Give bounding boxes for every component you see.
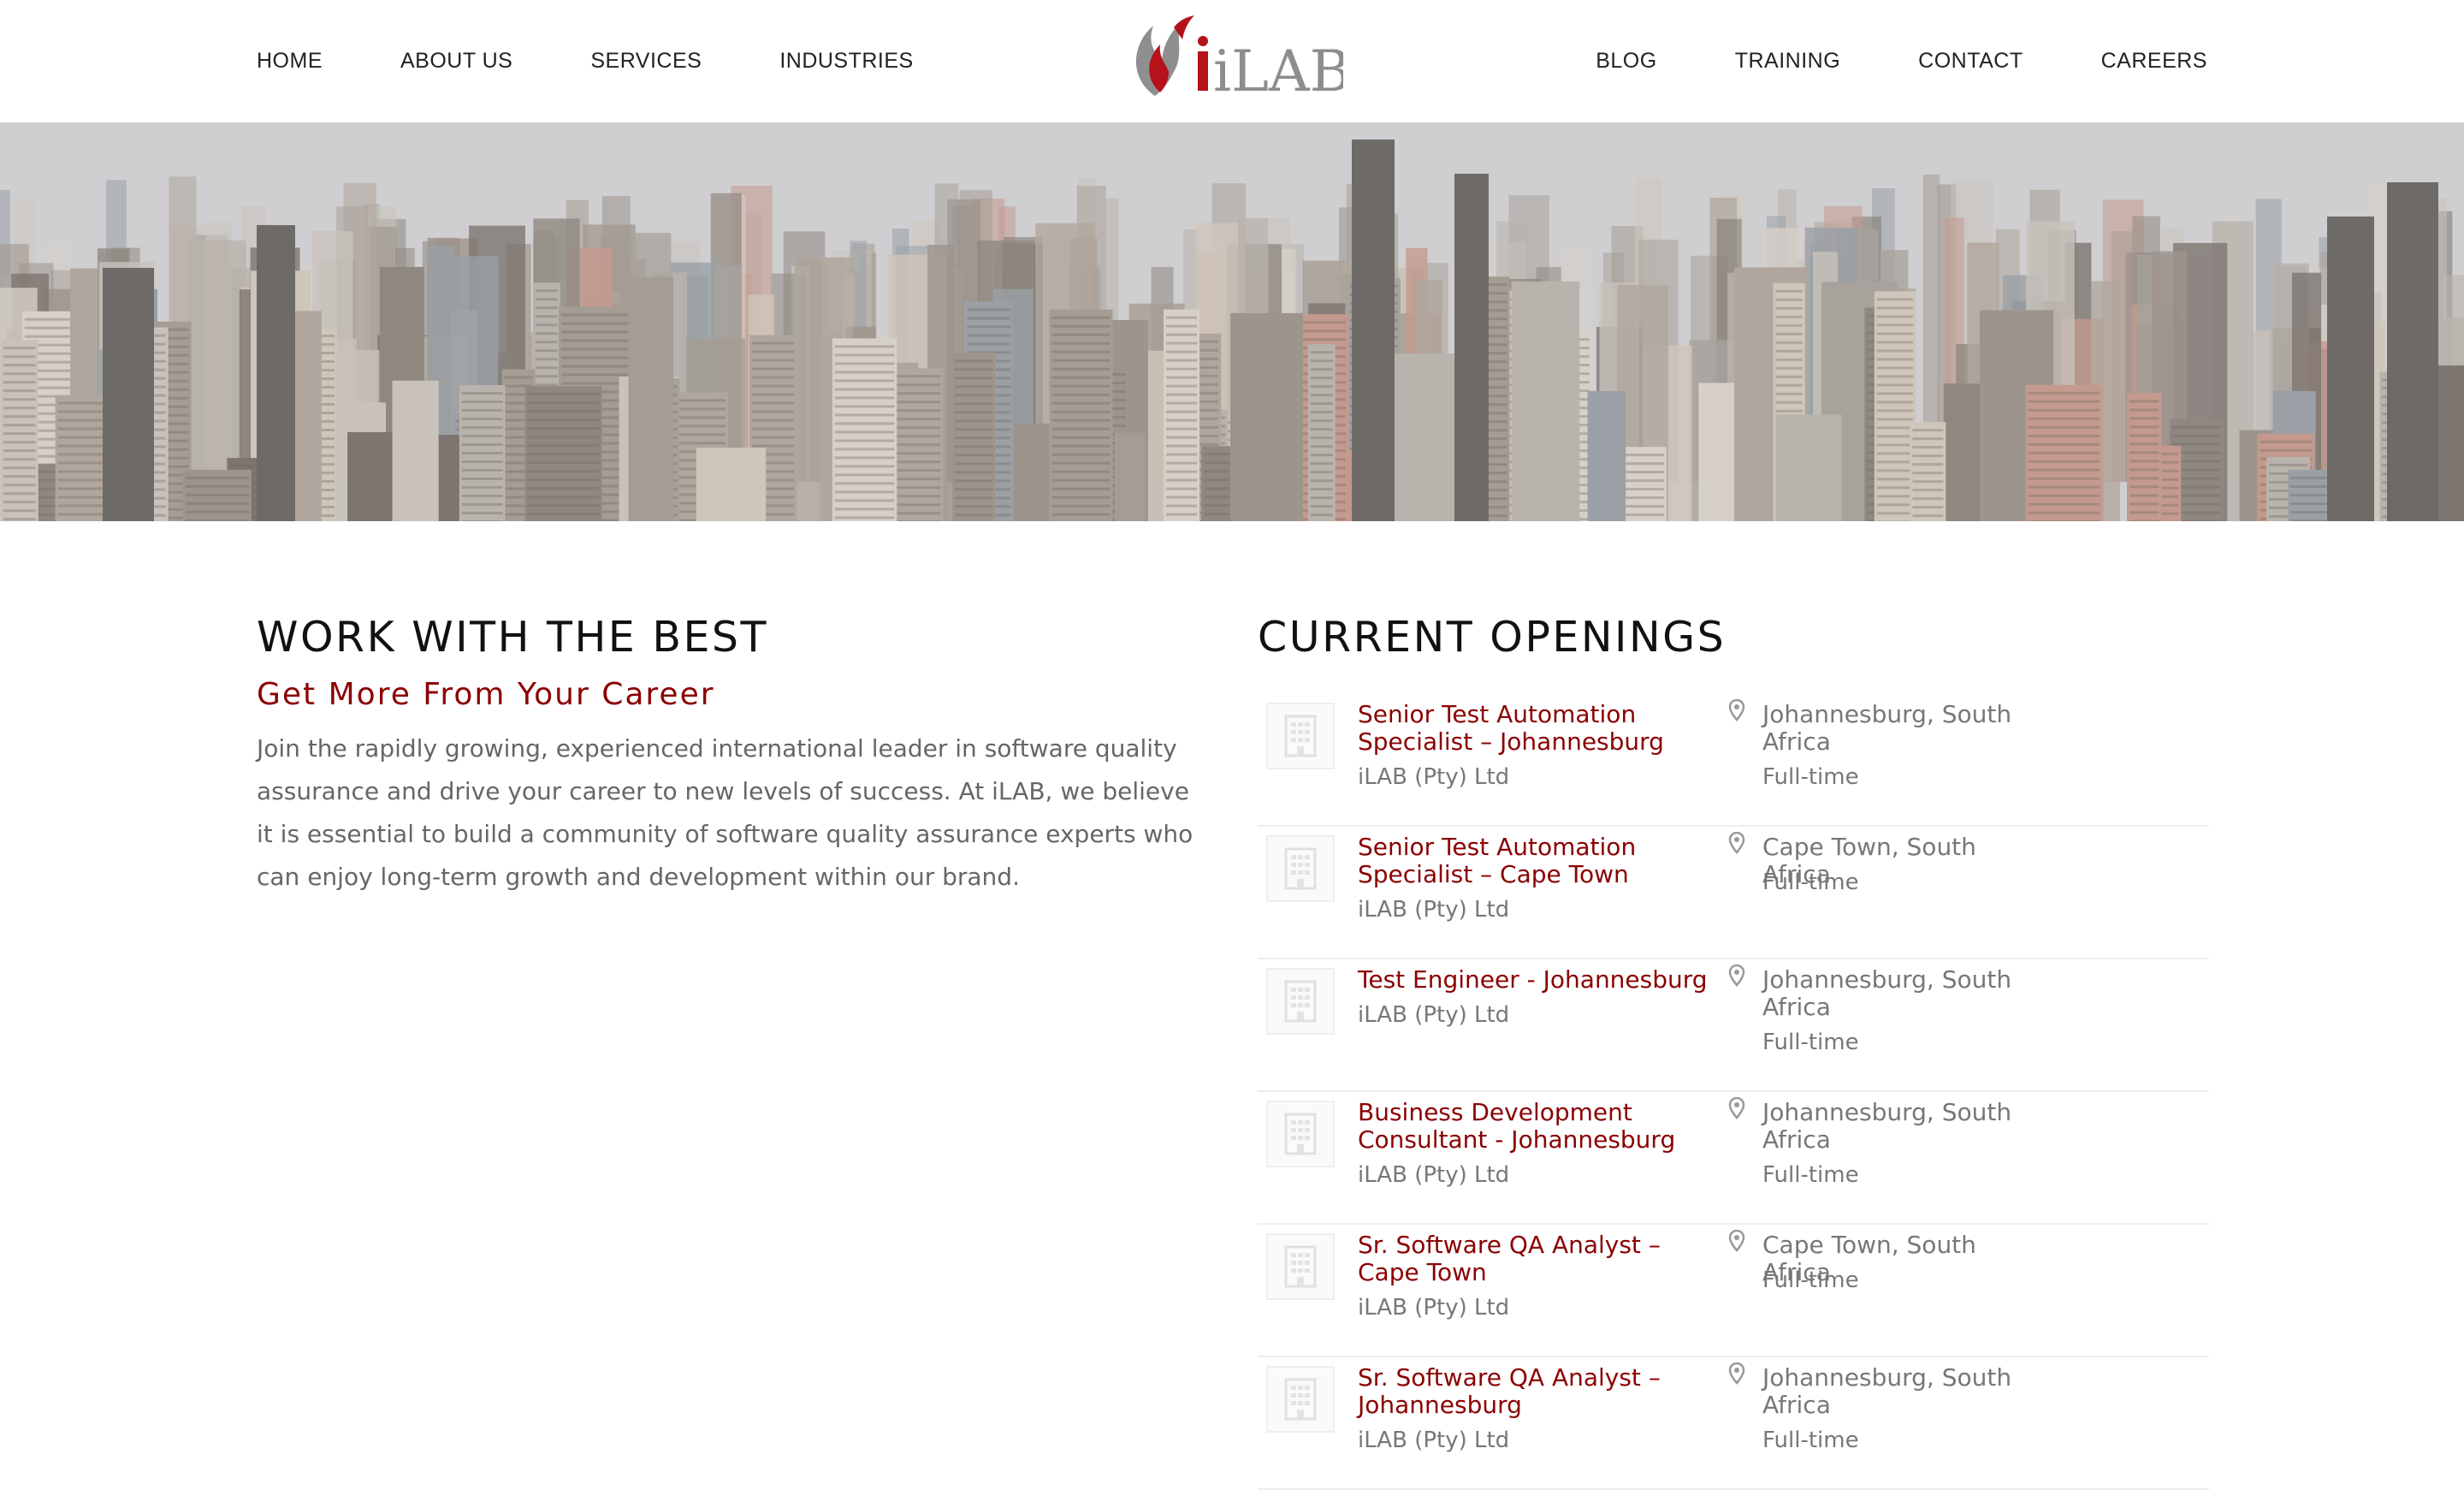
job-listing[interactable]: Business Development Consultant - Johann…	[1258, 1092, 2209, 1225]
location-pin-icon	[1728, 965, 1745, 987]
job-company: iLAB (Pty) Ltd	[1358, 1002, 1509, 1028]
job-title-link[interactable]: Sr. Software QA Analyst – Cape Town	[1358, 1232, 1717, 1286]
nav-home[interactable]: HOME	[257, 49, 323, 74]
job-type: Full-time	[1762, 764, 1859, 790]
location-pin-icon	[1728, 1362, 1745, 1385]
job-title-link[interactable]: Test Engineer - Johannesburg	[1358, 966, 1717, 994]
building-icon	[1281, 847, 1320, 890]
nav-careers[interactable]: CAREERS	[2101, 49, 2207, 74]
careers-content: WORK WITH THE BEST Get More From Your Ca…	[0, 521, 2464, 1414]
job-title-link[interactable]: Senior Test Automation Specialist – Joha…	[1358, 701, 1717, 756]
job-type: Full-time	[1762, 1428, 1859, 1453]
company-logo-placeholder[interactable]	[1266, 835, 1335, 902]
building-icon	[1281, 1378, 1320, 1421]
job-type: Full-time	[1762, 1030, 1859, 1055]
nav-services[interactable]: SERVICES	[590, 49, 702, 74]
job-company: iLAB (Pty) Ltd	[1358, 897, 1509, 923]
openings-title: CURRENT OPENINGS	[1258, 613, 2209, 662]
building-icon	[1281, 980, 1320, 1023]
job-company: iLAB (Pty) Ltd	[1358, 764, 1509, 790]
building-icon	[1281, 1245, 1320, 1288]
intro-body: Join the rapidly growing, experienced in…	[257, 727, 1198, 899]
job-location: Johannesburg, South Africa	[1762, 1364, 2045, 1419]
location-pin-icon	[1728, 1097, 1745, 1119]
job-company: iLAB (Pty) Ltd	[1358, 1295, 1509, 1321]
city-skyline-banner	[0, 122, 2464, 521]
location-pin-icon	[1728, 699, 1745, 721]
job-title-link[interactable]: Senior Test Automation Specialist – Cape…	[1358, 834, 1717, 888]
job-listing[interactable]: Test Engineer - Johannesburg iLAB (Pty) L…	[1258, 959, 2209, 1092]
job-company: iLAB (Pty) Ltd	[1358, 1428, 1509, 1453]
job-type: Full-time	[1762, 870, 1859, 895]
logo-text: iLAB	[1213, 39, 1343, 104]
nav-about-us[interactable]: ABOUT US	[400, 49, 512, 74]
nav-industries[interactable]: INDUSTRIES	[779, 49, 913, 74]
nav-training[interactable]: TRAINING	[1735, 49, 1840, 74]
company-logo-placeholder[interactable]	[1266, 1101, 1335, 1167]
job-listing[interactable]: Senior Test Automation Specialist – Joha…	[1258, 694, 2209, 827]
ilab-logo-icon: iLAB	[1121, 10, 1343, 104]
job-location: Johannesburg, South Africa	[1762, 966, 2045, 1021]
intro-title: WORK WITH THE BEST	[257, 613, 1198, 662]
nav-blog[interactable]: BLOG	[1596, 49, 1656, 74]
company-logo-placeholder[interactable]	[1266, 1366, 1335, 1433]
job-type: Full-time	[1762, 1267, 1859, 1293]
nav-contact[interactable]: CONTACT	[1918, 49, 2023, 74]
location-pin-icon	[1728, 832, 1745, 854]
job-list: Senior Test Automation Specialist – Joha…	[1258, 694, 2209, 1490]
site-header: HOME ABOUT US SERVICES INDUSTRIES iLAB B…	[0, 0, 2464, 122]
job-location: Johannesburg, South Africa	[1762, 1099, 2045, 1154]
openings-column: CURRENT OPENINGS Senior Test Automation …	[1258, 613, 2209, 1490]
intro-subtitle: Get More From Your Career	[257, 677, 1198, 712]
primary-nav-left: HOME ABOUT US SERVICES INDUSTRIES	[257, 0, 992, 122]
skyline-image	[0, 122, 2464, 521]
building-icon	[1281, 1113, 1320, 1155]
site-logo[interactable]: iLAB	[1121, 10, 1343, 104]
job-listing[interactable]: Sr. Software QA Analyst – Johannesburg iL…	[1258, 1357, 2209, 1490]
job-company: iLAB (Pty) Ltd	[1358, 1162, 1509, 1188]
location-pin-icon	[1728, 1230, 1745, 1252]
job-type: Full-time	[1762, 1162, 1859, 1188]
company-logo-placeholder[interactable]	[1266, 703, 1335, 769]
job-listing[interactable]: Sr. Software QA Analyst – Cape Town iLAB …	[1258, 1225, 2209, 1357]
intro-column: WORK WITH THE BEST Get More From Your Ca…	[257, 613, 1198, 899]
job-title-link[interactable]: Sr. Software QA Analyst – Johannesburg	[1358, 1364, 1717, 1419]
job-title-link[interactable]: Business Development Consultant - Johann…	[1358, 1099, 1717, 1154]
building-icon	[1281, 715, 1320, 757]
primary-nav-right: BLOG TRAINING CONTACT CAREERS	[1518, 0, 2207, 122]
company-logo-placeholder[interactable]	[1266, 1233, 1335, 1300]
job-listing[interactable]: Senior Test Automation Specialist – Cape…	[1258, 827, 2209, 959]
job-location: Johannesburg, South Africa	[1762, 701, 2045, 756]
company-logo-placeholder[interactable]	[1266, 968, 1335, 1035]
